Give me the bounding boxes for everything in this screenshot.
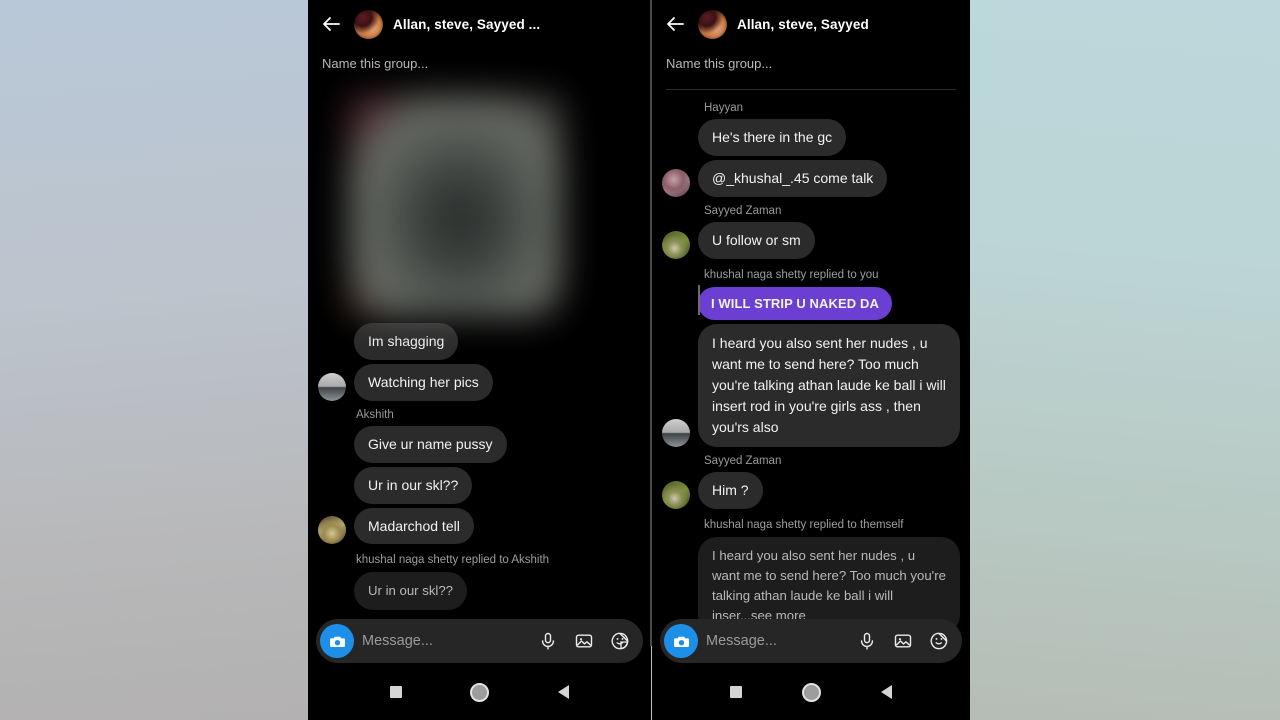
avatar-slot — [318, 516, 346, 545]
composer-icons — [537, 630, 637, 652]
chat-title: Allan, steve, Sayyed ... — [393, 16, 541, 32]
name-group-field[interactable]: Name this group... — [652, 48, 970, 83]
avatar-spacer — [318, 582, 346, 610]
name-group-field[interactable]: Name this group... — [308, 48, 651, 83]
avatar[interactable] — [662, 481, 690, 510]
message-bubble[interactable]: U follow or sm — [698, 221, 815, 259]
message-row[interactable]: U follow or sm — [652, 220, 970, 261]
sender-name-label: Akshith — [356, 408, 394, 421]
sender-name-label: Sayyed Zaman — [704, 455, 782, 468]
blurred-photo-message[interactable] — [348, 95, 563, 317]
sticker-icon[interactable] — [609, 630, 631, 652]
panel-divider — [650, 0, 652, 646]
message-row[interactable]: Ur in our skl?? — [308, 465, 651, 506]
avatar-spacer — [318, 332, 346, 360]
right-chat-header: Allan, steve, Sayyed — [652, 0, 970, 48]
reply-thread-line — [698, 284, 700, 315]
message-row[interactable]: Im shagging — [308, 321, 651, 362]
message-row[interactable]: Watching her pics — [308, 362, 651, 403]
avatar-spacer — [318, 435, 346, 463]
message-row[interactable]: Ur in our skl?? — [308, 570, 651, 612]
microphone-icon[interactable] — [856, 630, 878, 652]
highlighted-message-bubble[interactable]: I WILL STRIP U NAKED DA — [698, 286, 892, 321]
left-message-thread[interactable]: Im shagging Watching her pics Akshith Gi… — [308, 83, 651, 612]
back-triangle-icon[interactable] — [557, 685, 569, 699]
message-row[interactable]: @_khushal_.45 come talk — [652, 158, 970, 199]
chat-title: Allan, steve, Sayyed — [737, 16, 869, 32]
quoted-message-bubble[interactable]: Ur in our skl?? — [354, 572, 468, 611]
avatar[interactable] — [662, 419, 690, 448]
avatar-spacer — [662, 292, 690, 320]
back-arrow-icon[interactable] — [662, 11, 688, 37]
left-phone-panel: Allan, steve, Sayyed ... Name this group… — [308, 0, 651, 720]
camera-icon[interactable] — [664, 624, 698, 658]
avatar-slot — [662, 168, 690, 197]
avatar[interactable] — [662, 230, 690, 259]
name-group-placeholder: Name this group... — [666, 56, 773, 71]
avatar-slot — [318, 372, 346, 401]
microphone-icon[interactable] — [537, 630, 559, 652]
message-input[interactable]: Message... — [706, 633, 848, 649]
back-triangle-icon[interactable] — [881, 685, 892, 699]
gallery-icon[interactable] — [892, 630, 914, 652]
recents-square-icon[interactable] — [730, 686, 742, 698]
reply-context-label: khushal naga shetty replied to you — [704, 268, 879, 281]
right-phone-panel: Allan, steve, Sayyed Name this group... … — [652, 0, 970, 720]
avatar[interactable] — [318, 516, 346, 545]
back-arrow-icon[interactable] — [318, 11, 344, 37]
right-message-thread[interactable]: Hayyan He's there in the gc @_khushal_.4… — [652, 90, 970, 636]
avatar-slot — [662, 481, 690, 510]
message-bubble[interactable]: Ur in our skl?? — [354, 466, 473, 504]
message-row[interactable]: Madarchod tell — [308, 506, 651, 547]
home-circle-icon[interactable] — [802, 682, 821, 702]
avatar-slot — [662, 230, 690, 259]
avatar-slot — [662, 419, 690, 448]
name-group-placeholder: Name this group... — [322, 56, 429, 71]
sender-name-label: Hayyan — [704, 102, 743, 114]
right-composer[interactable]: Message... — [652, 618, 970, 664]
group-avatar[interactable] — [354, 9, 383, 39]
avatar-spacer — [318, 476, 346, 504]
group-avatar[interactable] — [698, 9, 727, 39]
home-circle-icon[interactable] — [470, 682, 490, 702]
message-row[interactable]: Him ? — [652, 470, 970, 511]
recents-square-icon[interactable] — [390, 686, 403, 698]
sticker-icon[interactable] — [928, 630, 950, 652]
camera-icon[interactable] — [320, 624, 354, 658]
composer-bar[interactable]: Message... — [660, 619, 962, 663]
avatar[interactable] — [318, 372, 346, 401]
screenshot-stage: Allan, steve, Sayyed ... Name this group… — [0, 0, 1280, 720]
message-bubble[interactable]: Give ur name pussy — [354, 425, 507, 463]
reply-context-label: khushal naga shetty replied to Akshith — [356, 554, 550, 567]
message-bubble[interactable]: Im shagging — [354, 323, 459, 360]
avatar[interactable] — [662, 168, 690, 197]
background-left — [0, 0, 308, 720]
message-bubble[interactable]: I heard you also sent her nudes , u want… — [698, 324, 960, 448]
message-bubble[interactable]: Madarchod tell — [354, 507, 474, 545]
left-composer[interactable]: Message... — [308, 618, 651, 664]
avatar-spacer — [662, 128, 690, 156]
message-row[interactable]: I heard you also sent her nudes , u want… — [652, 322, 970, 449]
right-android-navbar — [652, 664, 970, 720]
reply-context-label: khushal naga shetty replied to themself — [704, 519, 904, 532]
message-bubble[interactable]: He's there in the gc — [698, 119, 847, 156]
background-right — [970, 0, 1280, 720]
composer-bar[interactable]: Message... — [316, 619, 643, 663]
gallery-icon[interactable] — [573, 630, 595, 652]
message-row[interactable]: He's there in the gc — [652, 117, 970, 158]
left-chat-header: Allan, steve, Sayyed ... — [308, 0, 651, 48]
message-row[interactable]: Give ur name pussy — [308, 424, 651, 465]
left-android-navbar — [308, 664, 651, 720]
message-bubble[interactable]: @_khushal_.45 come talk — [698, 159, 888, 197]
composer-icons — [856, 630, 956, 652]
message-input[interactable]: Message... — [362, 633, 529, 649]
sender-name-label: Sayyed Zaman — [704, 204, 782, 217]
message-bubble[interactable]: Him ? — [698, 472, 763, 510]
message-bubble[interactable]: Watching her pics — [354, 363, 493, 401]
